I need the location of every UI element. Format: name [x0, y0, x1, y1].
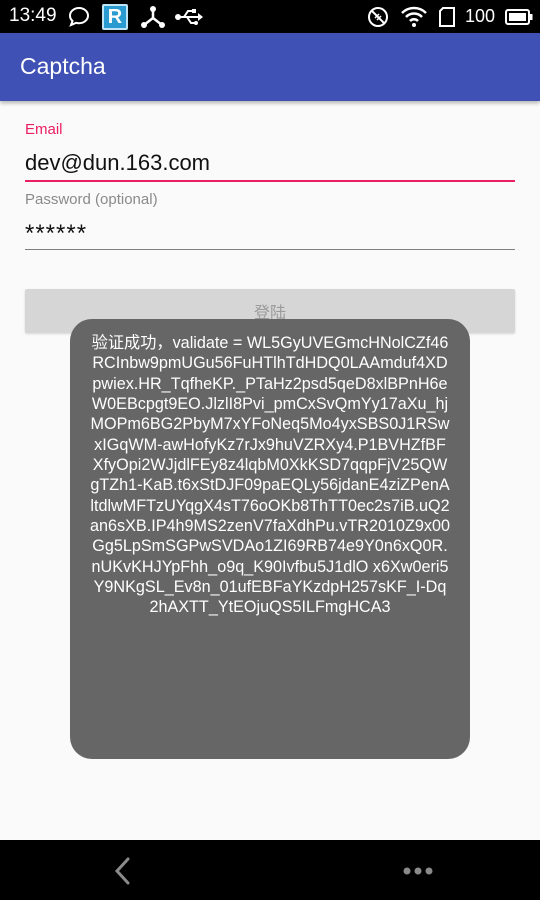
wifi-icon [400, 4, 428, 29]
back-icon[interactable] [110, 856, 138, 886]
app-title: Captcha [20, 53, 106, 79]
email-field-underline [25, 180, 515, 182]
r-app-icon: R [102, 4, 128, 30]
validate-toast: 验证成功，validate = WL5GyUVEGmcHNolCZf46RCIn… [70, 319, 470, 759]
status-time: 13:49 [9, 5, 57, 26]
share-nodes-icon [140, 4, 166, 29]
status-bar: 13:49 R 100 [0, 0, 540, 33]
no-signal-icon [366, 4, 390, 29]
battery-icon [505, 4, 533, 29]
navigation-bar [0, 840, 540, 900]
email-field[interactable]: dev@dun.163.com [25, 150, 210, 176]
app-bar: Captcha [0, 33, 540, 101]
usb-icon [174, 4, 204, 29]
password-field[interactable]: ****** [25, 220, 87, 248]
more-icon[interactable] [402, 864, 434, 876]
battery-level: 100 [465, 6, 496, 26]
sim-card-icon [436, 4, 458, 29]
password-field-underline [25, 249, 515, 250]
email-label: Email [25, 121, 63, 138]
chat-bubble-icon [66, 4, 92, 29]
password-label: Password (optional) [25, 191, 158, 208]
